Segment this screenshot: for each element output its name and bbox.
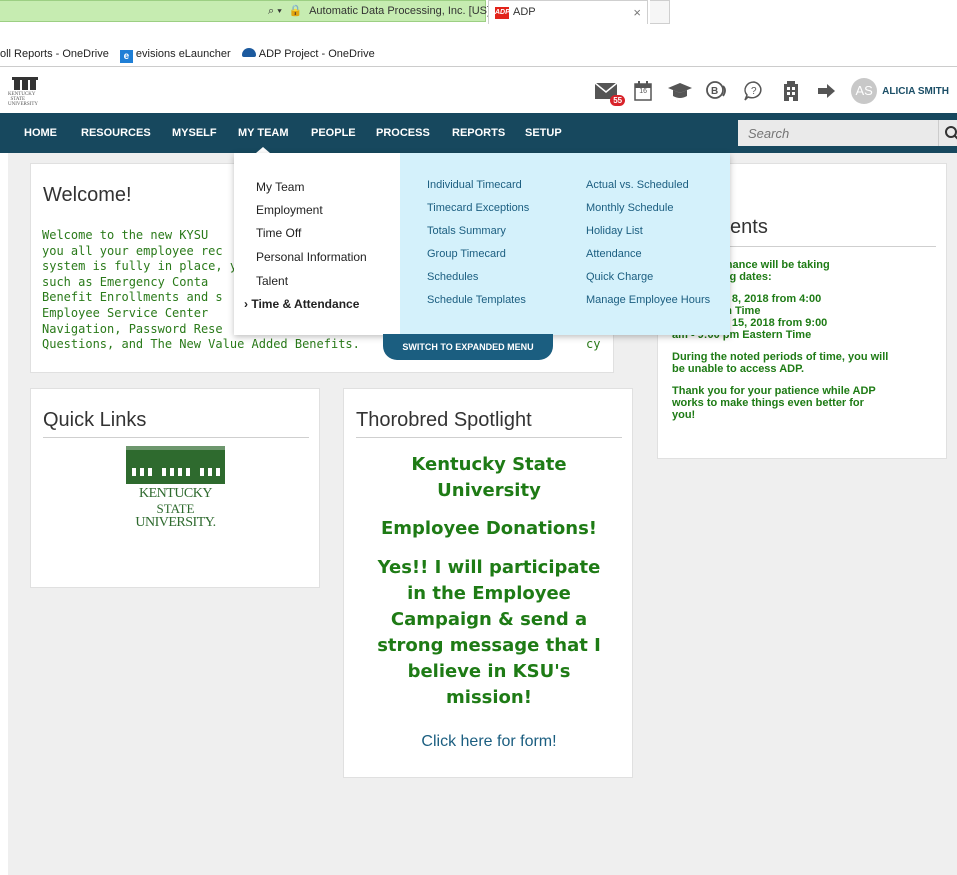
nav-reports[interactable]: REPORTS (452, 113, 505, 153)
link-monthly-schedule[interactable]: Monthly Schedule (586, 202, 673, 214)
company-building-icon[interactable] (778, 78, 804, 104)
menu-time-off[interactable]: Time Off (256, 226, 301, 240)
search-icon[interactable]: ⌕ ▾ (268, 5, 282, 17)
menu-my-team[interactable]: My Team (256, 180, 304, 194)
browser-tab-strip: ⌕ ▾ 🔒 Automatic Data Processing, Inc. [U… (0, 0, 957, 24)
search-input[interactable] (738, 120, 938, 146)
my-team-mega-menu: My Team Employment Time Off Personal Inf… (234, 153, 730, 335)
calendar-day: 16 (639, 88, 648, 95)
link-schedules[interactable]: Schedules (427, 271, 478, 283)
ksu-logo-link[interactable]: KENTUCKY STATE UNIVERSITY. (124, 446, 227, 538)
nav-people[interactable]: PEOPLE (311, 113, 356, 153)
calendar-icon[interactable]: 16 (630, 78, 656, 104)
ksu-building-icon (126, 446, 225, 484)
link-individual-timecard[interactable]: Individual Timecard (427, 179, 522, 191)
mail-icon[interactable]: 55 (593, 78, 626, 106)
switch-to-expanded-menu-button[interactable]: SWITCH TO EXPANDED MENU (383, 334, 553, 360)
link-manage-employee-hours[interactable]: Manage Employee Hours (586, 294, 710, 306)
mail-count-badge: 55 (610, 95, 626, 106)
favorite-adp-project[interactable]: ADP Project - OneDrive (241, 48, 375, 60)
mega-menu-categories: My Team Employment Time Off Personal Inf… (234, 153, 400, 335)
ksu-logo-small[interactable]: KENTUCKY STATE UNIVERSITY (8, 75, 48, 107)
graduation-cap-icon[interactable] (667, 78, 693, 104)
menu-time-attendance[interactable]: › Time & Attendance (244, 297, 359, 311)
favorite-evisions[interactable]: e evisions eLauncher (119, 48, 231, 63)
tab-title: ADP (513, 6, 536, 18)
onedrive-icon (241, 48, 256, 57)
nav-resources[interactable]: RESOURCES (81, 113, 151, 153)
nav-myself[interactable]: MYSELF (172, 113, 217, 153)
link-timecard-exceptions[interactable]: Timecard Exceptions (427, 202, 529, 214)
spotlight-card: Thorobred Spotlight Kentucky State Unive… (343, 388, 633, 778)
nav-my-team[interactable]: MY TEAM (238, 113, 289, 153)
app-header: KENTUCKY STATE UNIVERSITY 55 16 B ? AS AL… (0, 66, 957, 113)
link-quick-charge[interactable]: Quick Charge (586, 271, 653, 283)
quick-links-title: Quick Links (43, 409, 147, 431)
menu-personal-information[interactable]: Personal Information (256, 250, 367, 264)
browser-tab-adp[interactable]: ADP ADP × (488, 0, 648, 24)
chevron-right-icon: › (244, 297, 248, 311)
spotlight-heading-2: Employee Donations! (380, 518, 598, 539)
link-actual-vs-scheduled[interactable]: Actual vs. Scheduled (586, 179, 689, 191)
welcome-text-peek: cy (586, 337, 601, 351)
menu-employment[interactable]: Employment (256, 203, 323, 217)
main-nav: HOME RESOURCES MYSELF MY TEAM PEOPLE PRO… (0, 113, 957, 153)
link-group-timecard[interactable]: Group Timecard (427, 248, 506, 260)
nav-home[interactable]: HOME (24, 113, 57, 153)
user-name[interactable]: ALICIA SMITH (882, 86, 949, 97)
benefits-icon[interactable]: B (704, 78, 730, 104)
svg-text:?: ? (751, 86, 757, 97)
new-tab-button[interactable] (650, 0, 670, 24)
welcome-title: Welcome! (43, 184, 132, 206)
link-holiday-list[interactable]: Holiday List (586, 225, 643, 237)
nav-setup[interactable]: SETUP (525, 113, 562, 153)
help-icon[interactable]: ? (741, 78, 767, 104)
svg-text:B: B (711, 86, 718, 97)
link-attendance[interactable]: Attendance (586, 248, 642, 260)
spotlight-heading-1: Kentucky State University (411, 454, 567, 501)
logout-icon[interactable] (815, 78, 841, 104)
mega-menu-links: Individual Timecard Timecard Exceptions … (400, 153, 730, 335)
link-schedule-templates[interactable]: Schedule Templates (427, 294, 526, 306)
e-icon: e (119, 50, 133, 63)
menu-talent[interactable]: Talent (256, 274, 288, 288)
favorites-bar: oll Reports - OneDrive e evisions eLaunch… (0, 42, 957, 66)
nav-process[interactable]: PROCESS (376, 113, 430, 153)
favorite-payroll-reports[interactable]: oll Reports - OneDrive (0, 48, 109, 60)
adp-favicon-icon: ADP (495, 7, 510, 19)
spotlight-heading-3: Yes!! I will participate in the Employee… (377, 557, 601, 708)
avatar[interactable]: AS (851, 78, 878, 104)
lock-icon: 🔒 (288, 5, 303, 17)
magnifier-icon (945, 126, 957, 140)
close-tab-icon[interactable]: × (633, 5, 641, 20)
form-link[interactable]: Click here for form! (344, 733, 634, 751)
search-button[interactable] (938, 120, 957, 146)
quick-links-card: Quick Links KENTUCKY STATE UNIVERSITY. (30, 388, 320, 588)
spotlight-title: Thorobred Spotlight (356, 409, 532, 431)
address-tools: ⌕ ▾ 🔒 Automatic Data Processing, Inc. [U… (268, 4, 510, 18)
link-totals-summary[interactable]: Totals Summary (427, 225, 506, 237)
site-identity: Automatic Data Processing, Inc. [US] (309, 5, 491, 17)
